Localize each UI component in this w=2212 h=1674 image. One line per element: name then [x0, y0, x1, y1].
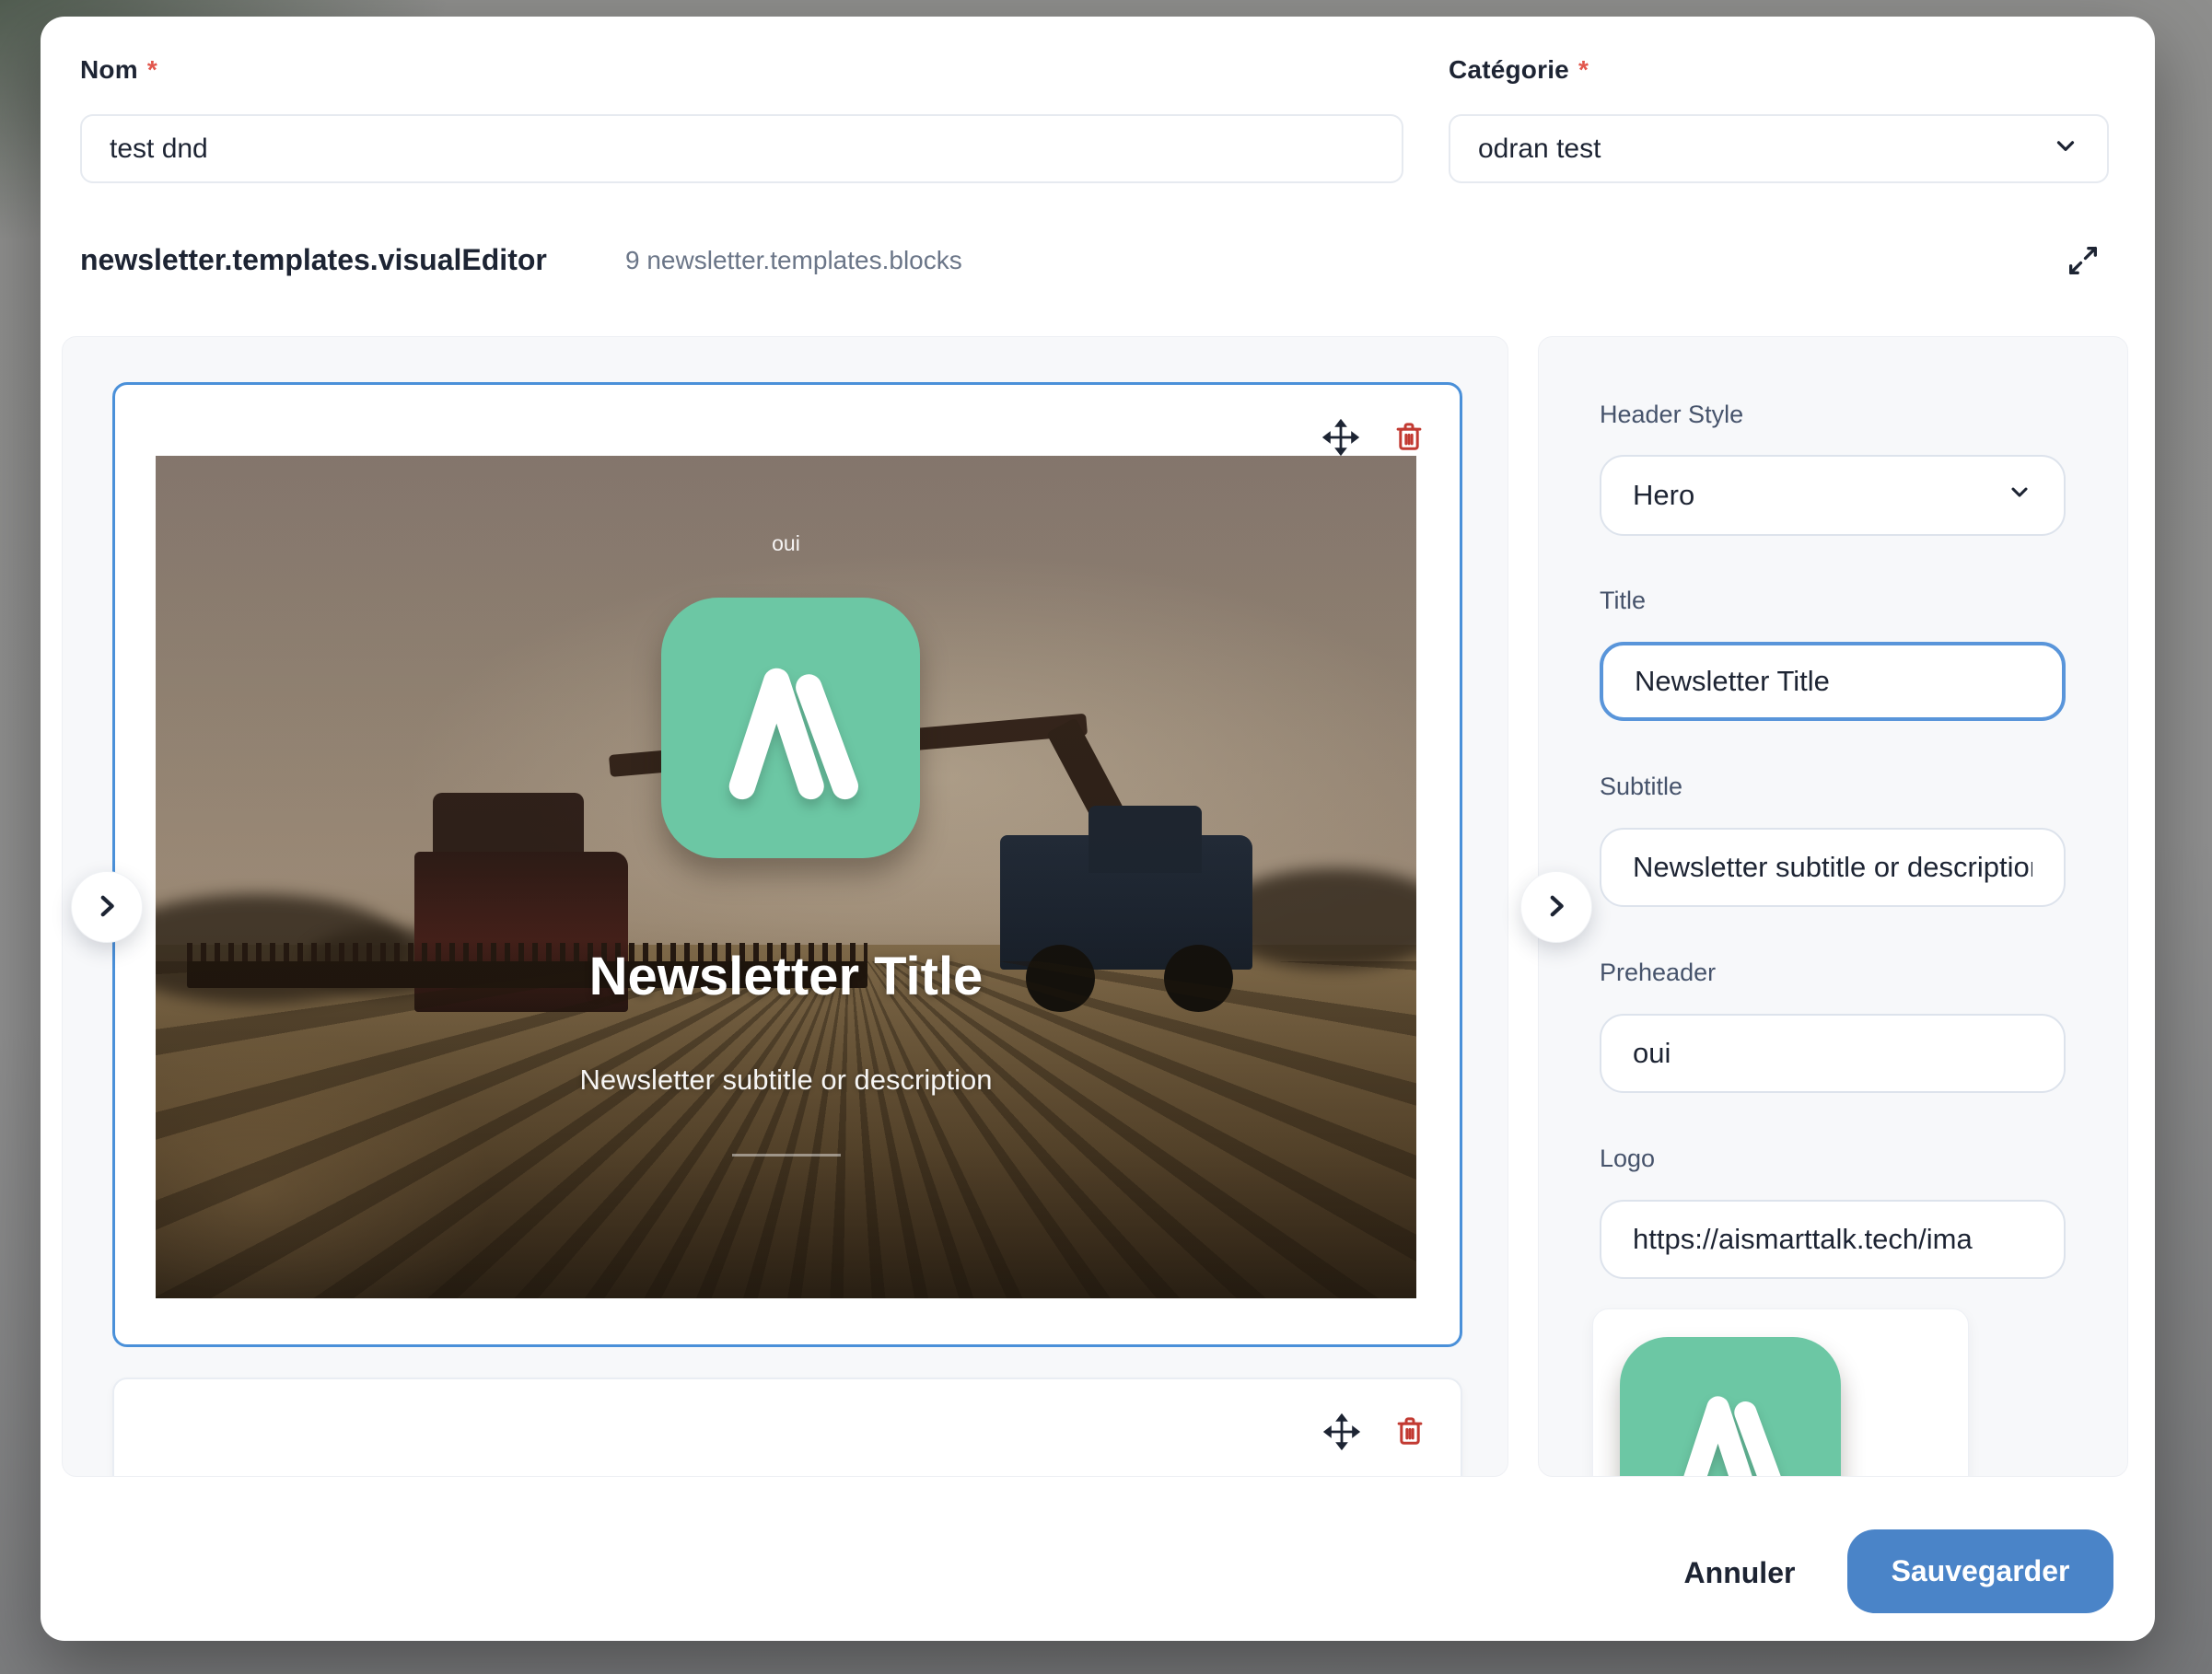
chevron-down-icon [2052, 132, 2079, 167]
category-label: Catégorie * [1449, 55, 1589, 85]
drag-handle[interactable] [1321, 418, 1360, 457]
subtitle-field-label: Subtitle [1600, 773, 1682, 801]
drag-handle[interactable] [1322, 1412, 1361, 1451]
cancel-button-label: Annuler [1684, 1556, 1796, 1589]
template-editor-modal: Nom * Catégorie * odran test newsletter.te… [41, 17, 2155, 1641]
canvas-nav-left-button[interactable] [71, 871, 143, 943]
required-asterisk: * [147, 55, 157, 84]
name-label: Nom * [80, 55, 157, 85]
preheader-field-label: Preheader [1600, 959, 1716, 987]
subtitle-input[interactable] [1600, 828, 2066, 907]
chevron-right-icon [91, 890, 122, 924]
chevron-down-icon [2007, 479, 2032, 512]
delete-block-button[interactable] [1391, 1412, 1429, 1451]
hero-art-tint [156, 456, 1416, 1298]
logo-preview-card [1592, 1308, 1969, 1477]
editor-section-title: newsletter.templates.visualEditor [80, 243, 547, 277]
aismarttalk-logo-mark [1644, 1361, 1816, 1477]
next-block-actions [1322, 1412, 1429, 1451]
screen: Nom * Catégorie * odran test newsletter.te… [0, 0, 2212, 1674]
hero-block-actions [1321, 418, 1428, 457]
trash-icon [1392, 1437, 1427, 1451]
category-label-text: Catégorie [1449, 55, 1569, 84]
preview-subtitle-text: Newsletter subtitle or description [156, 1064, 1416, 1097]
expand-icon [2065, 268, 2101, 282]
delete-block-button[interactable] [1390, 418, 1428, 457]
required-asterisk: * [1578, 55, 1589, 84]
newsletter-canvas: oui Newsletter Title Newsletter subtitle… [62, 336, 1508, 1477]
hero-block-selected[interactable]: oui Newsletter Title Newsletter subtitle… [112, 382, 1462, 1347]
cancel-button[interactable]: Annuler [1647, 1547, 1832, 1598]
logo-url-input[interactable] [1600, 1200, 2066, 1279]
save-button[interactable]: Sauvegarder [1847, 1529, 2113, 1613]
next-content-block[interactable] [112, 1378, 1462, 1477]
preview-divider [732, 1154, 841, 1157]
category-selected-value: odran test [1478, 134, 1601, 165]
name-input[interactable] [80, 114, 1403, 183]
category-select[interactable]: odran test [1449, 114, 2109, 183]
brand-logo-preview [1620, 1337, 1841, 1477]
chevron-right-icon [1541, 890, 1572, 924]
block-settings-panel: Header Style Hero Title Subtitle Prehead… [1538, 336, 2128, 1477]
header-style-selected-value: Hero [1633, 479, 1694, 512]
brand-logo [661, 598, 920, 858]
preview-title-text: Newsletter Title [156, 946, 1416, 1007]
title-input-focused[interactable] [1600, 642, 2066, 721]
save-button-label: Sauvegarder [1892, 1554, 2070, 1587]
blocks-count-text: 9 newsletter.templates.blocks [625, 246, 962, 275]
logo-field-label: Logo [1600, 1145, 1655, 1173]
preview-preheader-text: oui [156, 531, 1416, 556]
header-style-label: Header Style [1600, 401, 1743, 429]
trash-icon [1391, 443, 1426, 457]
hero-preview-image: oui Newsletter Title Newsletter subtitle… [156, 456, 1416, 1298]
preheader-input[interactable] [1600, 1014, 2066, 1093]
title-field-label: Title [1600, 587, 1646, 615]
name-label-text: Nom [80, 55, 138, 84]
header-style-select[interactable]: Hero [1600, 455, 2066, 536]
settings-nav-collapse-button[interactable] [1520, 871, 1592, 943]
move-icon [1322, 1440, 1361, 1454]
expand-editor-button[interactable] [2063, 241, 2103, 282]
aismarttalk-logo-mark [690, 626, 891, 830]
